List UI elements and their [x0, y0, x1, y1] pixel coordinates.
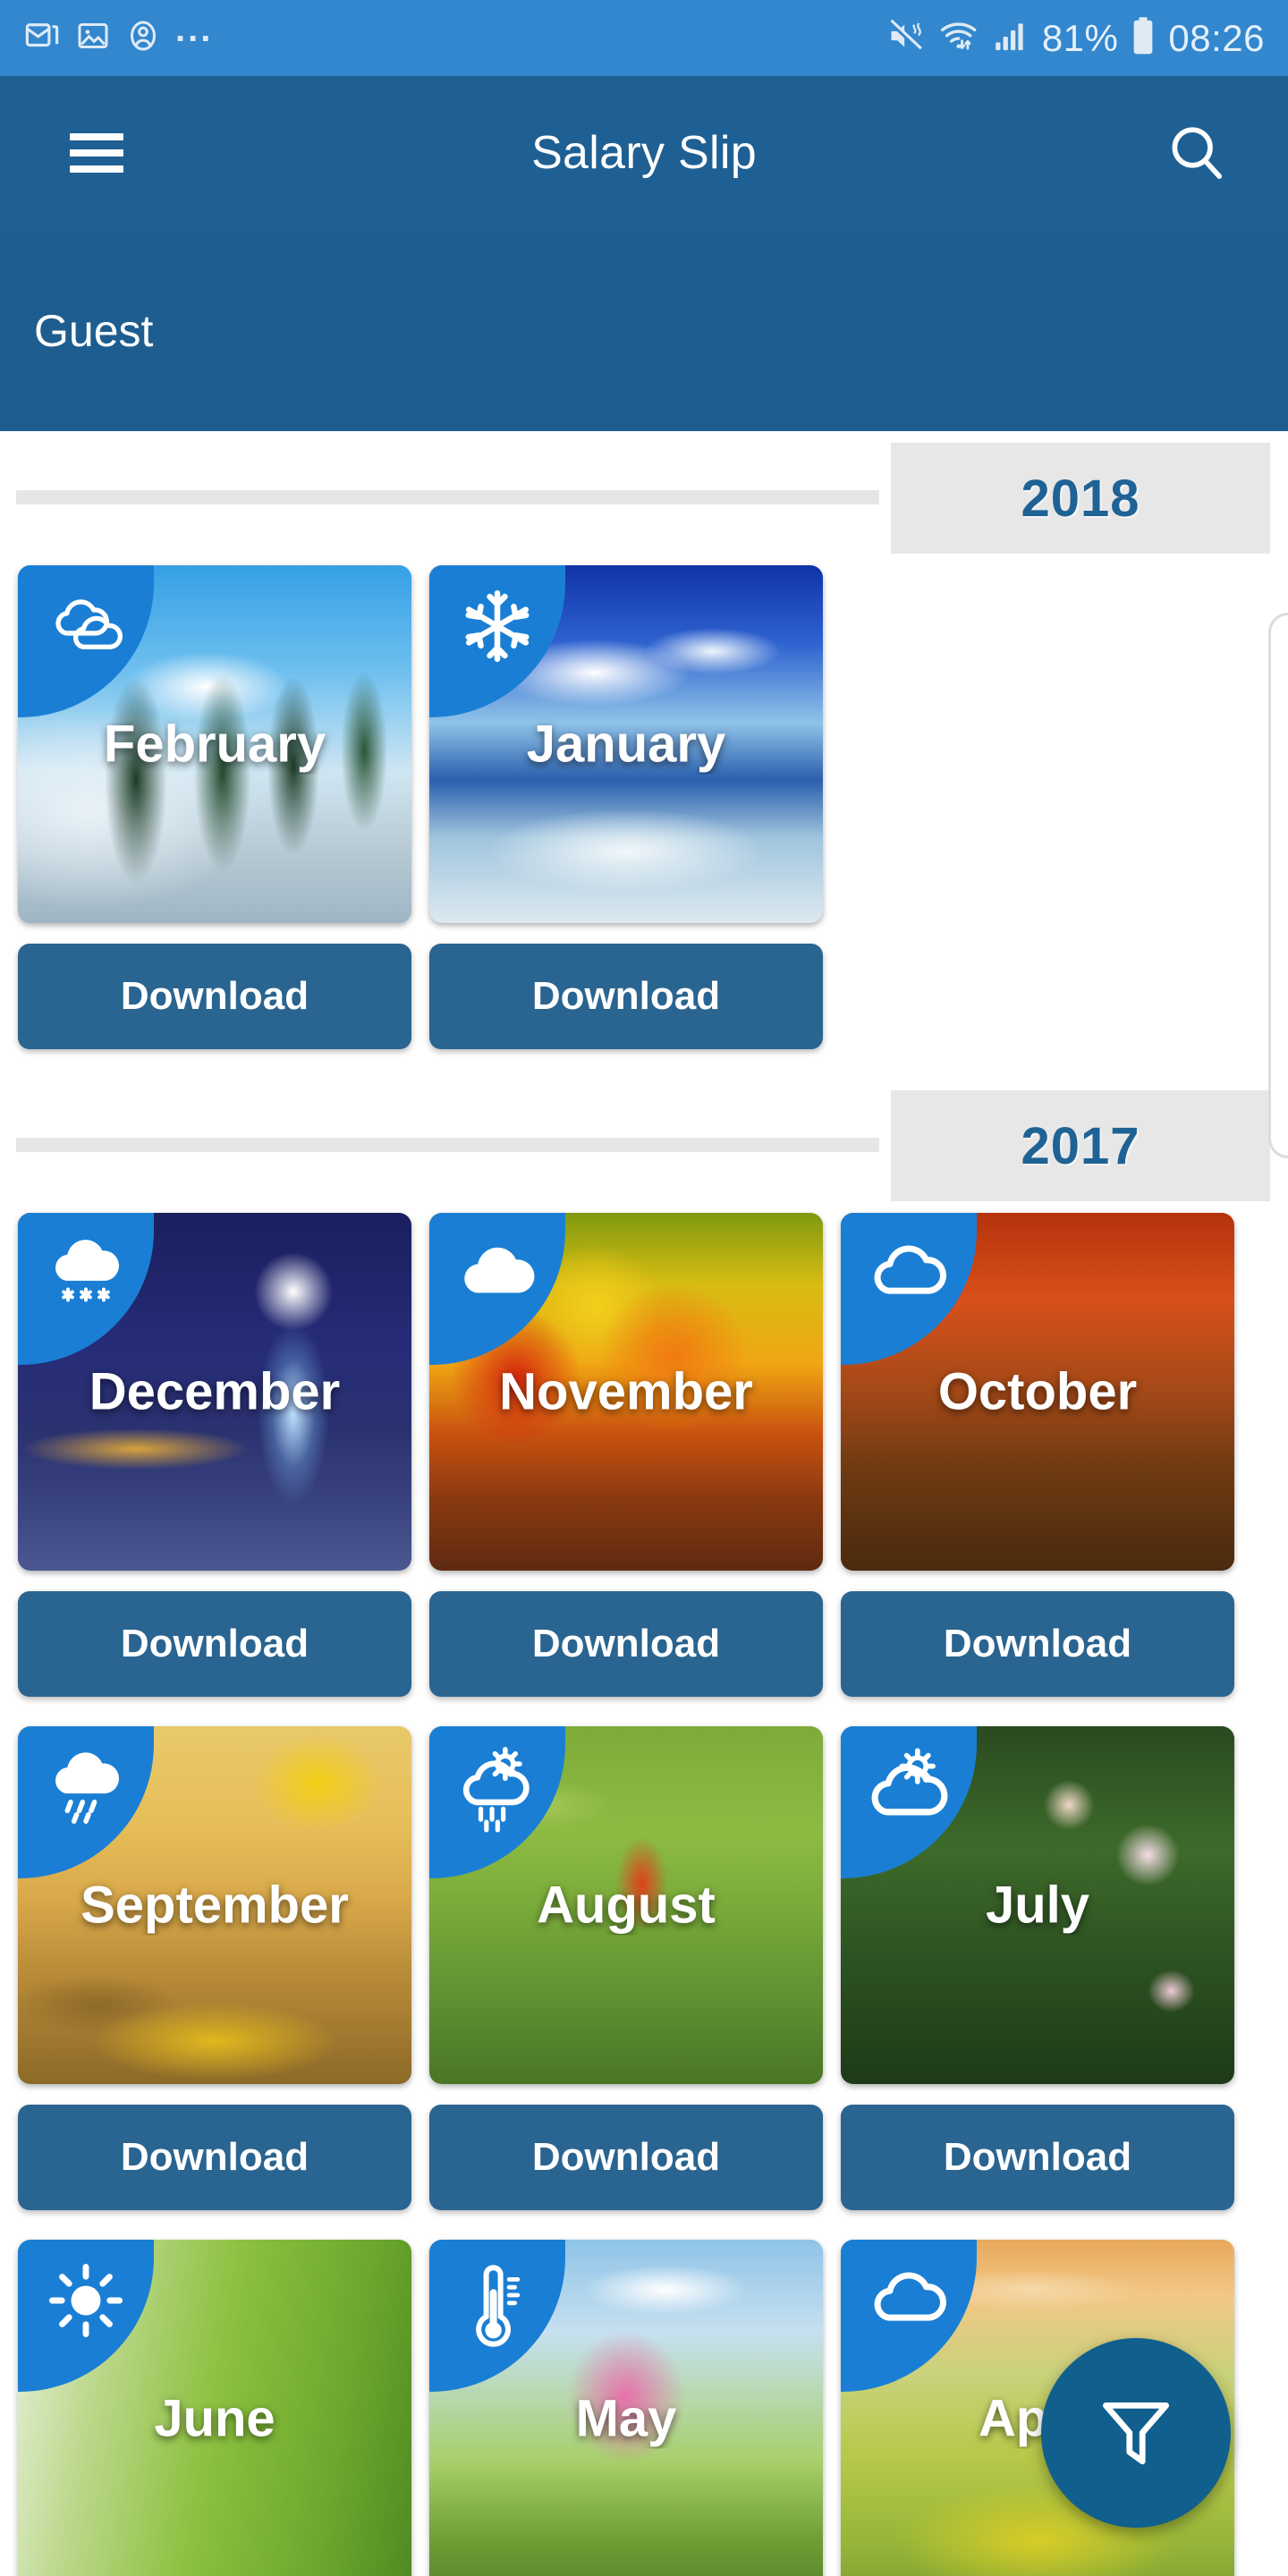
user-bar[interactable]: Guest	[0, 230, 1288, 431]
gallery-icon	[75, 18, 111, 58]
month-cell: May Download	[420, 2240, 832, 2576]
more-icon: ...	[175, 9, 214, 49]
download-button[interactable]: Download	[18, 2105, 411, 2210]
download-button[interactable]: Download	[429, 944, 823, 1049]
month-name-label: August	[537, 1876, 716, 1935]
wifi-icon	[938, 16, 979, 60]
month-name-label: November	[499, 1362, 753, 1421]
user-name-label: Guest	[34, 305, 154, 356]
battery-percent-label: 81%	[1041, 16, 1119, 59]
filter-fab-button[interactable]	[1041, 2338, 1231, 2528]
month-card-may[interactable]: May	[429, 2240, 823, 2576]
month-card-july[interactable]: July	[841, 1726, 1234, 2084]
month-cell: November Download	[420, 1213, 832, 1726]
month-card-june[interactable]: June	[18, 2240, 411, 2576]
month-card-september[interactable]: September	[18, 1726, 411, 2084]
status-bar-notification-icons: ...	[23, 9, 214, 59]
mute-icon	[886, 16, 926, 60]
year-badge: 2017	[891, 1090, 1270, 1201]
download-button[interactable]: Download	[841, 1591, 1234, 1697]
month-card-august[interactable]: August	[429, 1726, 823, 2084]
contact-icon	[125, 18, 161, 58]
month-cell: October Download	[832, 1213, 1243, 1726]
month-card-october[interactable]: October	[841, 1213, 1234, 1571]
signal-icon	[992, 17, 1030, 59]
month-cell: July Download	[832, 1726, 1243, 2240]
year-badge: 2018	[891, 443, 1270, 554]
download-button[interactable]: Download	[18, 944, 411, 1049]
salary-slip-list[interactable]: 2018 February Download January Download …	[0, 431, 1288, 2576]
month-card-january[interactable]: January	[429, 565, 823, 923]
month-card-december[interactable]: December	[18, 1213, 411, 1571]
month-cell: August Download	[420, 1726, 832, 2240]
month-cell: February Download	[9, 565, 420, 1079]
month-name-label: September	[80, 1876, 349, 1935]
filter-funnel-icon	[1093, 2389, 1179, 2478]
battery-icon	[1131, 15, 1156, 61]
month-name-label: June	[154, 2389, 275, 2448]
month-name-label: February	[103, 715, 326, 774]
year-divider-line	[16, 1138, 879, 1152]
month-grid-2018: February Download January Download	[0, 565, 1288, 1079]
year-divider-line	[16, 490, 879, 504]
month-cell: June Download	[9, 2240, 420, 2576]
app-screen: ... 81% 08:26 Salary Slip Guest 2018 Feb…	[0, 0, 1288, 2576]
search-icon[interactable]	[1165, 121, 1229, 185]
side-drawer-edge-panel[interactable]	[1268, 613, 1288, 1158]
month-name-label: May	[575, 2389, 677, 2448]
clock-label: 08:26	[1168, 16, 1265, 59]
month-name-label: October	[937, 1362, 1138, 1421]
download-button[interactable]: Download	[429, 1591, 823, 1697]
month-name-label: January	[526, 715, 726, 774]
status-bar-system-icons: 81% 08:26	[886, 15, 1265, 61]
year-label: 2018	[1021, 469, 1140, 528]
year-divider-2017: 2017	[0, 1079, 1288, 1213]
download-button[interactable]: Download	[429, 2105, 823, 2210]
month-name-label: December	[89, 1362, 341, 1421]
month-cell: January Download	[420, 565, 832, 1079]
month-name-label: July	[985, 1876, 1090, 1935]
month-cell: September Download	[9, 1726, 420, 2240]
year-divider-2018: 2018	[0, 431, 1288, 565]
mail-icon	[23, 17, 61, 59]
month-card-november[interactable]: November	[429, 1213, 823, 1571]
app-bar: Salary Slip	[0, 76, 1288, 230]
hamburger-menu-icon[interactable]	[70, 133, 123, 173]
month-card-february[interactable]: February	[18, 565, 411, 923]
download-button[interactable]: Download	[18, 1591, 411, 1697]
month-cell: December Download	[9, 1213, 420, 1726]
status-bar: ... 81% 08:26	[0, 0, 1288, 76]
download-button[interactable]: Download	[841, 2105, 1234, 2210]
page-title: Salary Slip	[531, 127, 757, 179]
year-label: 2017	[1021, 1116, 1140, 1175]
